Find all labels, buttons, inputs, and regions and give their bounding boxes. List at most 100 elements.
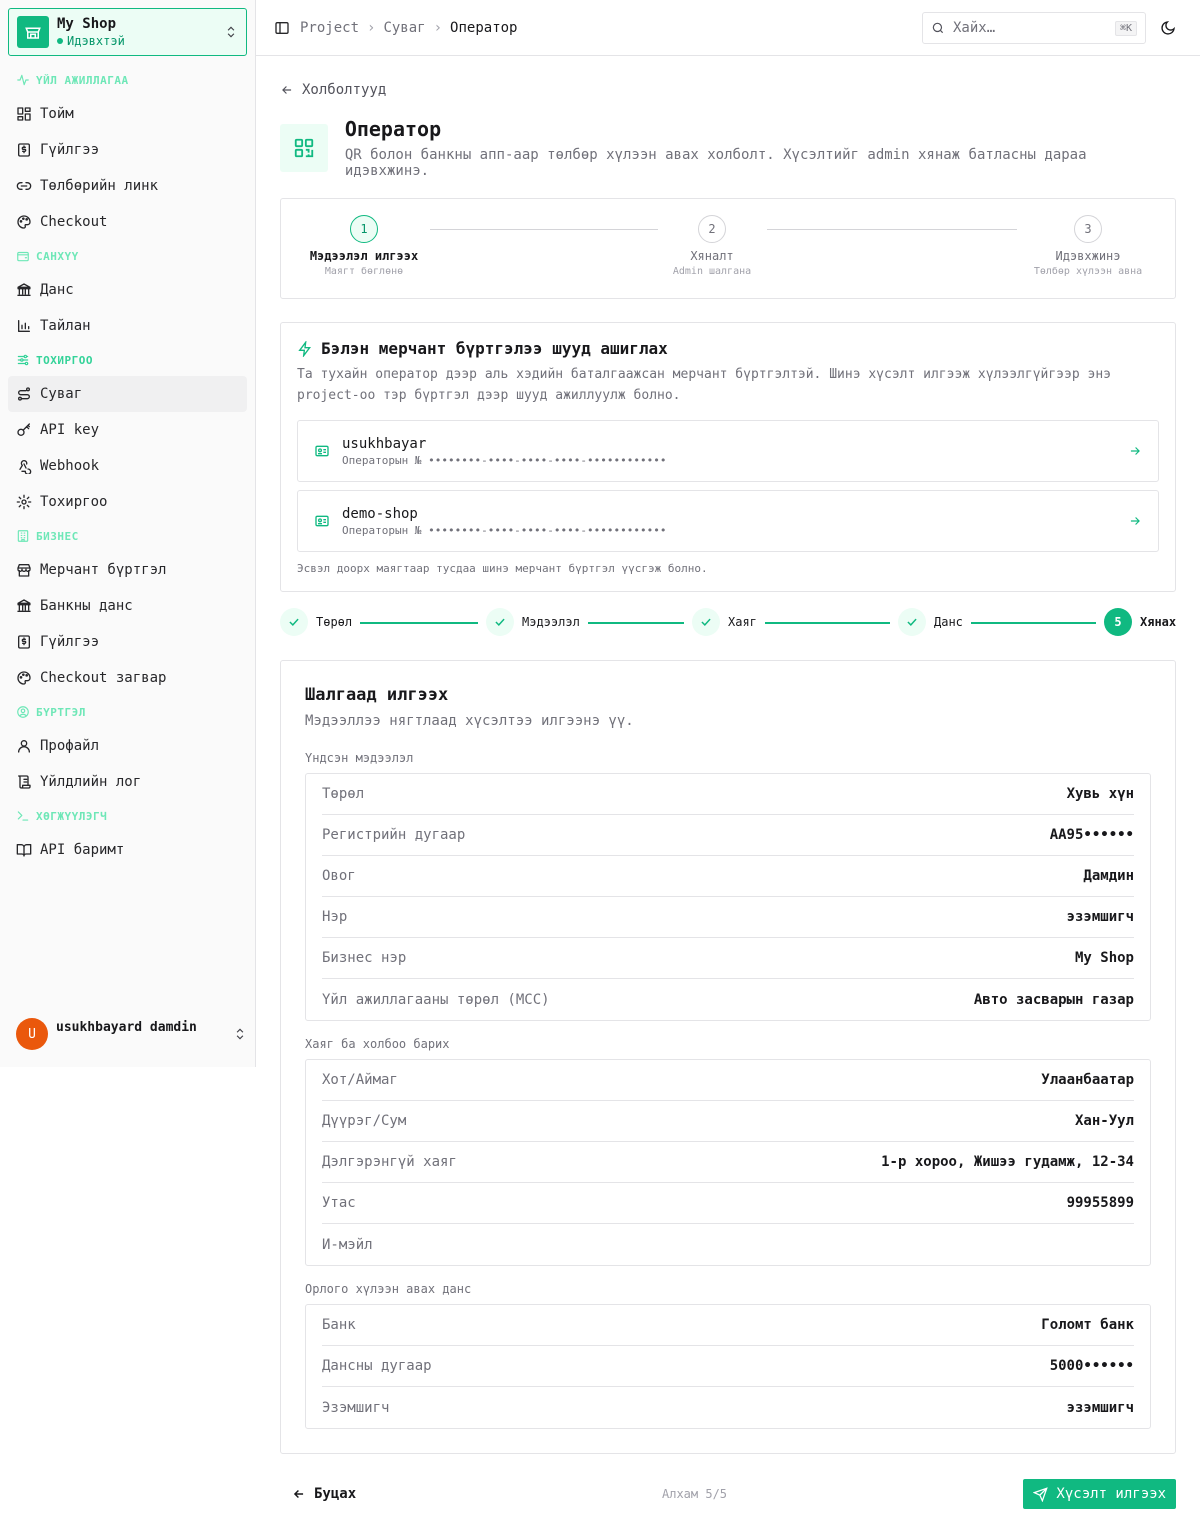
review-row-label: И-мэйл	[322, 1236, 373, 1253]
zap-icon	[297, 340, 313, 357]
review-row-label: Дэлгэрэнгүй хаяг	[322, 1154, 457, 1170]
qr-code-icon	[280, 124, 328, 172]
wizard-step-account[interactable]: Данс	[898, 608, 963, 636]
step-title: Идэвхжинэ	[1055, 249, 1121, 263]
sidebar-item[interactable]: Тойм	[8, 96, 247, 132]
progress-step-3: 3 Идэвхжинэ Төлбөр хүлээн авна	[1018, 215, 1158, 277]
user-menu[interactable]: U usukhbayard damdin	[8, 1010, 247, 1058]
submit-request-button[interactable]: Хүсэлт илгээх	[1023, 1479, 1176, 1509]
check-icon	[692, 608, 720, 636]
sidebar-item-label: Checkout загвар	[40, 670, 167, 686]
link-icon	[16, 178, 32, 194]
sidebar-section-header: БҮРТГЭЛ	[8, 696, 247, 728]
sidebar-item[interactable]: Гүйлгээ	[8, 624, 247, 660]
search-placeholder: Хайх…	[953, 20, 996, 36]
sidebar-item[interactable]: Checkout загвар	[8, 660, 247, 696]
sidebar-item[interactable]: Гүйлгээ	[8, 132, 247, 168]
store-icon	[16, 562, 32, 578]
wizard-step-address[interactable]: Хаяг	[692, 608, 757, 636]
review-row: Овог Дамдин	[322, 856, 1134, 897]
sidebar-item[interactable]: Үйлдлийн лог	[8, 764, 247, 800]
topbar: Project › Суваг › Оператор Хайх… ⌘K	[256, 0, 1200, 56]
progress-step-2: 2 Хяналт Admin шалгана	[642, 215, 782, 277]
wizard-step-review[interactable]: 5 Хянах	[1104, 608, 1176, 636]
merchants-footer: Эсвэл доорх маягтаар тусдаа шинэ мерчант…	[297, 562, 708, 575]
theme-toggle-icon[interactable]	[1160, 20, 1176, 36]
step-connector	[767, 229, 1017, 230]
review-row-label: Бизнес нэр	[322, 950, 407, 966]
wizard-step-type[interactable]: Төрөл	[280, 608, 352, 636]
merchant-item[interactable]: usukhbayar Операторын № ••••••••-••••-••…	[297, 420, 1159, 482]
sidebar-item[interactable]: API key	[8, 412, 247, 448]
sidebar-section-label: ҮЙЛ АЖИЛЛАГАА	[36, 73, 129, 87]
sidebar-item[interactable]: Checkout	[8, 204, 247, 240]
search-input[interactable]: Хайх… ⌘K	[922, 12, 1146, 44]
sidebar-item-label: Профайл	[40, 738, 100, 754]
review-row-value: эзэмшигч	[1066, 909, 1134, 925]
sidebar-item-label: Checkout	[40, 214, 108, 230]
sidebar-item[interactable]: Мерчант бүртгэл	[8, 552, 247, 588]
sidebar-item[interactable]: Webhook	[8, 448, 247, 484]
merchant-item[interactable]: demo-shop Операторын № ••••••••-••••-•••…	[297, 490, 1159, 552]
send-icon	[1033, 1486, 1049, 1502]
step-number: 2	[698, 215, 726, 243]
wizard-step-info[interactable]: Мэдээлэл	[486, 608, 580, 636]
review-row-value: 5000••••••	[1049, 1358, 1134, 1374]
search-icon	[931, 21, 945, 35]
sidebar-toggle-icon[interactable]	[274, 20, 290, 36]
sidebar-item-label: Webhook	[40, 458, 100, 474]
sidebar-item-label: Мерчант бүртгэл	[40, 562, 167, 578]
review-row-label: Овог	[322, 868, 356, 884]
sidebar-item[interactable]: Профайл	[8, 728, 247, 764]
sidebar-item[interactable]: Тохиргоо	[8, 484, 247, 520]
sidebar-item-label: Гүйлгээ	[40, 142, 100, 158]
store-icon	[17, 16, 49, 48]
sidebar-item[interactable]: Тайлан	[8, 308, 247, 344]
review-row: Дансны дугаар 5000••••••	[322, 1346, 1134, 1387]
user-name: usukhbayard damdin	[56, 1019, 197, 1035]
sidebar-item[interactable]: Төлбөрийн линк	[8, 168, 247, 204]
review-group: Төрөл Хувь хүн Регистрийн дугаар АА95••••••…	[305, 773, 1151, 1021]
sliders-icon	[16, 353, 30, 367]
back-button-label: Буцах	[314, 1486, 357, 1502]
wizard-connector	[765, 622, 890, 624]
review-row: Утас 99955899	[322, 1183, 1134, 1224]
review-row-value: 99955899	[1066, 1195, 1134, 1211]
page-title: Оператор	[344, 117, 442, 141]
progress-step-1: 1 Мэдээлэл илгээх Маягт бөглөнө	[294, 215, 434, 277]
sidebar-item[interactable]: Суваг	[8, 376, 247, 412]
terminal-icon	[16, 809, 30, 823]
progress-steps: 1 Мэдээлэл илгээх Маягт бөглөнө 2 Хяналт…	[280, 198, 1176, 299]
receipt-icon	[16, 634, 32, 650]
wizard-step-label: Мэдээлэл	[522, 615, 580, 629]
step-title: Хяналт	[690, 249, 734, 263]
review-row: Бизнес нэр My Shop	[322, 938, 1134, 979]
review-group-label: Үндсэн мэдээлэл	[305, 751, 414, 765]
breadcrumb-channel[interactable]: Суваг	[383, 20, 425, 36]
chevron-right-icon: ›	[367, 19, 376, 36]
sidebar-item-label: Гүйлгээ	[40, 634, 100, 650]
sidebar-nav: ҮЙЛ АЖИЛЛАГАА Тойм Гүйлгээ Төлбөрийн линк Ch…	[8, 64, 247, 868]
shop-status: Идэвхтэй	[57, 33, 224, 49]
check-icon	[280, 608, 308, 636]
breadcrumb-project[interactable]: Project	[300, 20, 359, 36]
review-row-label: Дансны дугаар	[322, 1358, 432, 1374]
shop-name: My Shop	[57, 16, 117, 32]
wizard-connector	[971, 622, 1096, 624]
review-group-label: Хаяг ба холбоо барих	[305, 1037, 450, 1051]
sidebar-item[interactable]: Банкны данс	[8, 588, 247, 624]
building-icon	[16, 529, 30, 543]
form-wizard-steps: Төрөл Мэдээлэл Хаяг Данс 5 Хянах	[280, 608, 1176, 636]
sidebar-item[interactable]: API баримт	[8, 832, 247, 868]
review-row-label: Үйл ажиллагааны төрөл (MCC)	[322, 991, 550, 1008]
back-button[interactable]: Буцах	[292, 1479, 356, 1509]
shop-switcher[interactable]: My Shop Идэвхтэй	[8, 8, 247, 56]
gear-icon	[16, 494, 32, 510]
sidebar-item[interactable]: Данс	[8, 272, 247, 308]
user-circle-icon	[16, 705, 30, 719]
activity-icon	[16, 73, 30, 87]
back-link[interactable]: Холболтууд	[280, 82, 1176, 98]
back-link-label: Холболтууд	[302, 82, 387, 98]
sidebar-section-label: САНХҮҮ	[36, 249, 79, 263]
review-row-label: Регистрийн дугаар	[322, 827, 466, 843]
